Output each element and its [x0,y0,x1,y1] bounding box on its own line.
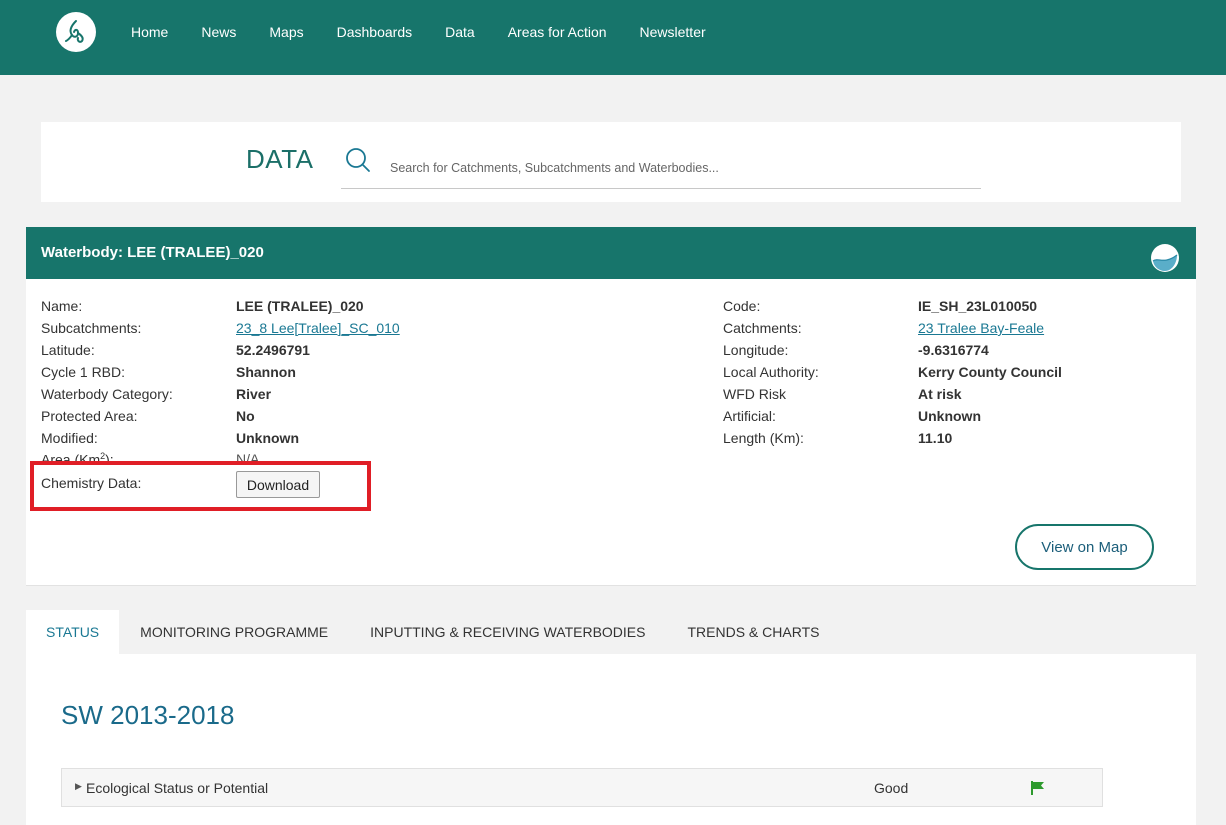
search-card: DATA [41,122,1181,202]
top-navbar: Home News Maps Dashboards Data Areas for… [0,0,1226,75]
waterbody-header: Waterbody: LEE (TRALEE)_020 [26,227,1196,279]
nav-areas-for-action[interactable]: Areas for Action [508,24,607,40]
modified-value: Unknown [236,430,299,446]
nav-data[interactable]: Data [445,24,475,40]
search-icon[interactable] [344,146,372,174]
tab-inputting-receiving-waterbodies[interactable]: INPUTTING & RECEIVING WATERBODIES [349,610,666,654]
ecological-status-row[interactable]: ▶ Ecological Status or Potential Good [61,768,1103,807]
subcatchments-label: Subcatchments: [41,320,142,336]
download-highlight-box [30,461,371,511]
category-label: Waterbody Category: [41,386,173,402]
rbd-label: Cycle 1 RBD: [41,364,126,380]
latitude-label: Latitude: [41,342,95,358]
status-panel: SW 2013-2018 ▶ Ecological Status or Pote… [26,654,1196,825]
protected-area-label: Protected Area: [41,408,138,424]
waterbody-title: Waterbody: LEE (TRALEE)_020 [41,244,264,261]
longitude-label: Longitude: [723,342,789,358]
name-label: Name: [41,298,83,314]
tab-monitoring-programme[interactable]: MONITORING PROGRAMME [119,610,349,654]
page-title: DATA [246,144,314,174]
tab-status[interactable]: STATUS [26,610,120,654]
area-label: Area (Km2): [41,451,114,461]
catchments-label: Catchments: [723,320,802,336]
length-value: 11.10 [918,430,953,446]
wfd-risk-label: WFD Risk [723,386,786,402]
area-value: N/A [236,451,260,461]
subcatchments-link[interactable]: 23_8 Lee[Tralee]_SC_010 [236,320,400,336]
view-on-map-button[interactable]: View on Map [1015,524,1154,570]
latitude-value: 52.2496791 [236,342,310,358]
modified-label: Modified: [41,430,98,446]
nav-newsletter[interactable]: Newsletter [640,24,706,40]
local-authority-label: Local Authority: [723,364,819,380]
code-value: IE_SH_23L010050 [918,298,1038,314]
detail-tabs: STATUS MONITORING PROGRAMME INPUTTING & … [26,610,840,654]
search-input[interactable] [341,142,981,189]
status-row-value: Good [874,780,909,796]
nav-home[interactable]: Home [131,24,168,40]
expand-triangle-icon[interactable]: ▶ [75,781,82,792]
flag-icon [1031,781,1044,795]
wfd-risk-value: At risk [918,386,962,402]
name-value: LEE (TRALEE)_020 [236,298,364,314]
nav-maps[interactable]: Maps [269,24,303,40]
length-label: Length (Km): [723,430,804,446]
waterbody-card: Waterbody: LEE (TRALEE)_020 Name: LEE (T… [26,227,1196,586]
main-menu: Home News Maps Dashboards Data Areas for… [131,0,739,64]
code-label: Code: [723,298,761,314]
site-logo-icon[interactable] [56,12,96,52]
rbd-value: Shannon [236,364,296,380]
local-authority-value: Kerry County Council [918,364,1062,380]
protected-area-value: No [236,408,255,424]
longitude-value: -9.6316774 [918,342,989,358]
status-row-label: Ecological Status or Potential [86,780,269,796]
nav-news[interactable]: News [201,24,236,40]
catchments-link[interactable]: 23 Tralee Bay-Feale [918,320,1044,336]
water-drop-icon [1151,244,1179,272]
artificial-value: Unknown [918,408,981,424]
status-period-title: SW 2013-2018 [61,700,235,730]
tab-trends-charts[interactable]: TRENDS & CHARTS [666,610,840,654]
artificial-label: Artificial: [723,408,776,424]
category-value: River [236,386,272,402]
nav-dashboards[interactable]: Dashboards [337,24,413,40]
